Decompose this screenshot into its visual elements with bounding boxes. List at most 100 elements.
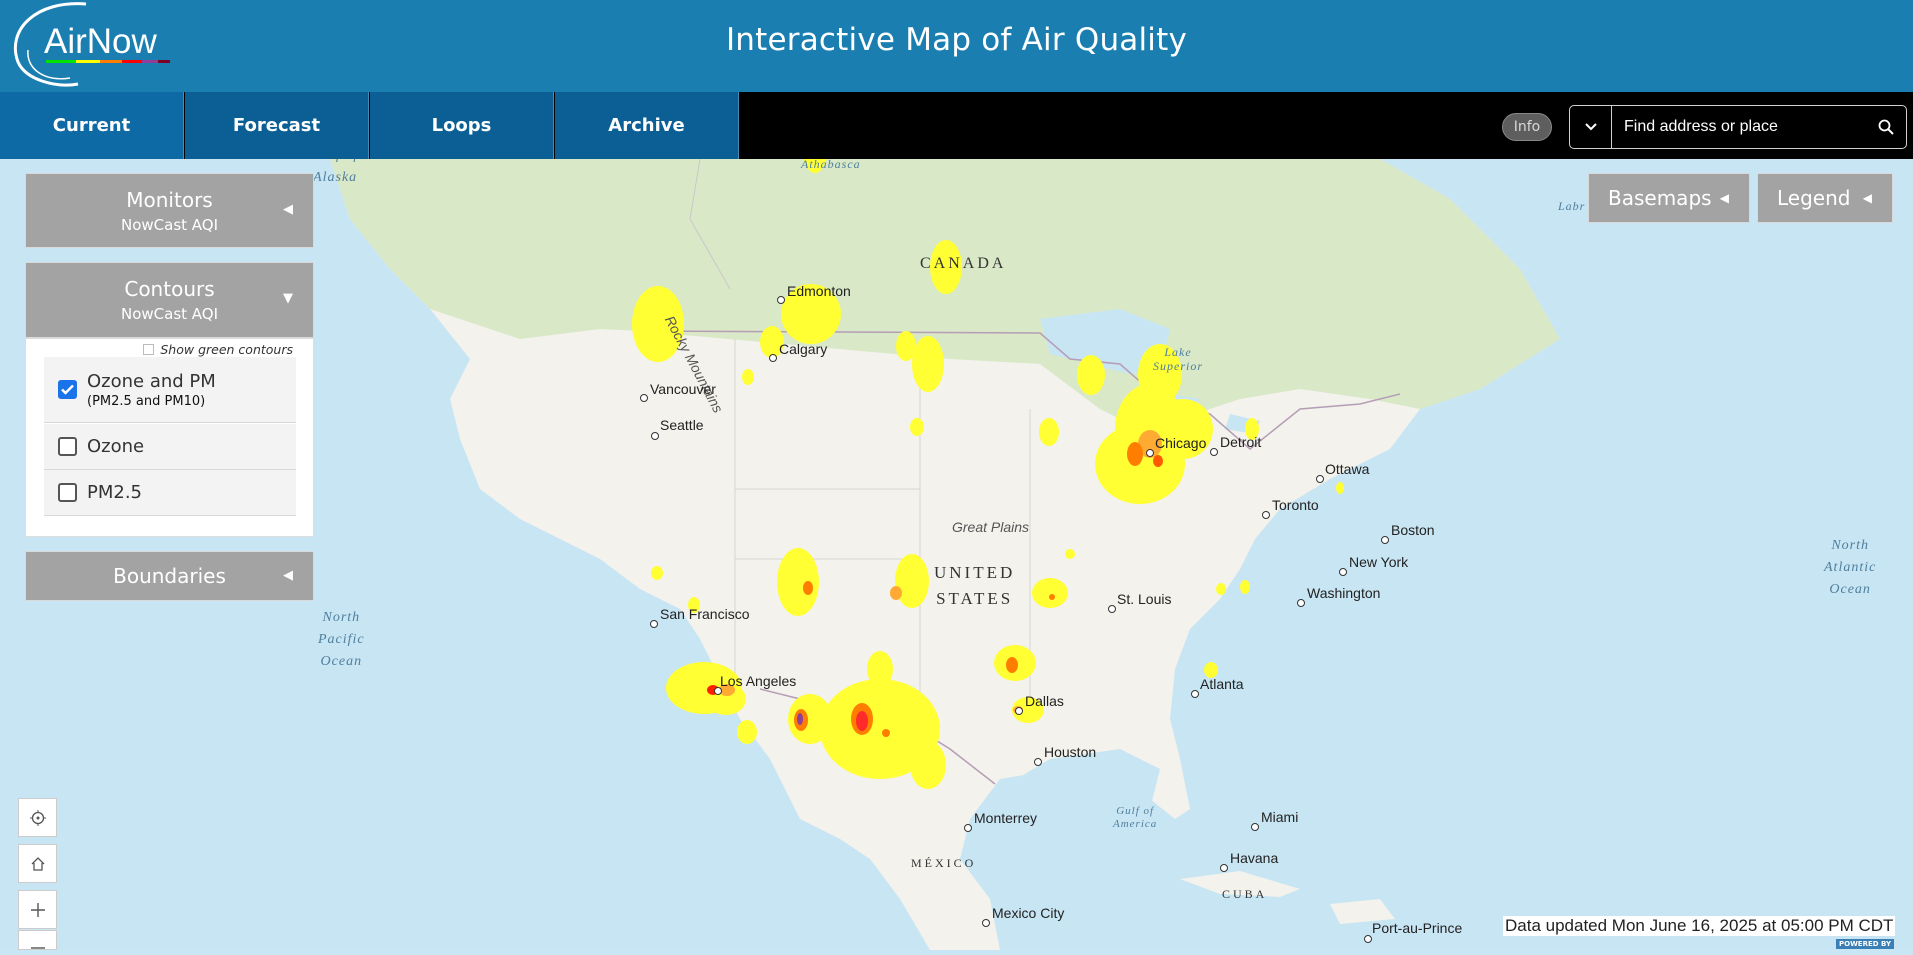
city-dot <box>650 620 658 628</box>
city-dot <box>982 919 990 927</box>
city-st-louis[interactable]: St. Louis <box>1117 591 1171 607</box>
show-green-checkbox[interactable] <box>143 344 155 355</box>
city-dot <box>1210 448 1218 456</box>
city-dot <box>1034 758 1042 766</box>
option-pm25[interactable]: PM2.5 <box>44 470 296 516</box>
city-dot <box>1146 449 1154 457</box>
city-mexico-city[interactable]: Mexico City <box>992 905 1064 921</box>
collapse-left-icon: ◀ <box>1719 191 1729 205</box>
city-toronto[interactable]: Toronto <box>1272 497 1319 513</box>
contours-panel-header[interactable]: Contours NowCast AQI ▼ <box>25 262 314 338</box>
option-sublabel: (PM2.5 and PM10) <box>87 393 206 409</box>
city-dot <box>777 296 785 304</box>
info-button[interactable]: Info <box>1502 113 1552 141</box>
minus-icon <box>30 947 45 949</box>
city-miami[interactable]: Miami <box>1261 809 1298 825</box>
city-dot <box>1297 599 1305 607</box>
city-detroit[interactable]: Detroit <box>1220 434 1261 450</box>
tab-current[interactable]: Current <box>0 92 184 159</box>
boundaries-title: Boundaries <box>113 564 226 588</box>
tab-forecast[interactable]: Forecast <box>185 92 369 159</box>
city-seattle[interactable]: Seattle <box>660 417 704 433</box>
city-dot <box>1108 605 1116 613</box>
contours-subtitle: NowCast AQI <box>120 305 219 323</box>
city-dot <box>1316 475 1324 483</box>
expanded-down-icon: ▼ <box>283 291 293 306</box>
city-dot <box>964 824 972 832</box>
basemaps-button[interactable]: Basemaps ◀ <box>1588 173 1750 223</box>
page-title: Interactive Map of Air Quality <box>725 22 1188 58</box>
ozone-pm-checkbox[interactable] <box>58 380 77 399</box>
city-dot <box>1381 536 1389 544</box>
collapse-left-icon: ◀ <box>1862 191 1872 205</box>
tab-archive[interactable]: Archive <box>555 92 739 159</box>
label-north-pacific: North Pacific Ocean <box>318 610 365 669</box>
pm25-checkbox[interactable] <box>58 483 77 502</box>
label-canada: CANADA <box>920 255 1007 272</box>
city-dot <box>1251 823 1259 831</box>
city-ottawa[interactable]: Ottawa <box>1325 461 1369 477</box>
legend-label: Legend <box>1777 186 1851 210</box>
city-new-york[interactable]: New York <box>1349 554 1408 570</box>
label-lake-superior: Lake Superior <box>1153 345 1203 373</box>
plus-icon <box>30 902 45 917</box>
city-dot <box>640 394 648 402</box>
show-green-contours-option[interactable]: Show green contours <box>143 342 293 357</box>
collapse-left-icon: ◀ <box>283 202 293 217</box>
label-cuba: CUBA <box>1222 887 1268 901</box>
city-port-au-prince[interactable]: Port-au-Prince <box>1372 920 1462 936</box>
city-boston[interactable]: Boston <box>1391 522 1435 538</box>
search-box <box>1569 105 1907 149</box>
search-icon <box>1878 119 1894 135</box>
option-label: PM2.5 <box>87 482 143 503</box>
app-header: AirNow Interactive Map of Air Quality <box>0 0 1913 92</box>
basemaps-label: Basemaps <box>1608 186 1712 210</box>
collapse-left-icon: ◀ <box>283 568 293 583</box>
option-label: Ozone and PM <box>87 370 216 392</box>
locate-button[interactable] <box>18 798 57 837</box>
city-monterrey[interactable]: Monterrey <box>974 810 1037 826</box>
data-updated-text: Data updated Mon June 16, 2025 at 05:00 … <box>1503 916 1896 936</box>
label-athabasca: Athabasca <box>801 159 861 171</box>
legend-button[interactable]: Legend ◀ <box>1757 173 1893 223</box>
city-dallas[interactable]: Dallas <box>1025 693 1064 709</box>
tab-loops[interactable]: Loops <box>370 92 554 159</box>
chevron-down-icon <box>1584 123 1597 131</box>
city-dot <box>1339 568 1347 576</box>
home-icon <box>31 856 44 871</box>
city-los-angeles[interactable]: Los Angeles <box>720 673 796 689</box>
search-input[interactable] <box>1612 118 1866 136</box>
checkmark-icon <box>61 384 74 395</box>
zoom-in-button[interactable] <box>18 890 57 929</box>
boundaries-panel-header[interactable]: Boundaries ◀ <box>25 551 314 601</box>
city-dot <box>651 432 659 440</box>
option-label: Ozone <box>87 436 145 457</box>
option-ozone[interactable]: Ozone <box>44 424 296 470</box>
city-edmonton[interactable]: Edmonton <box>787 283 851 299</box>
option-ozone-and-pm[interactable]: Ozone and PM (PM2.5 and PM10) <box>44 357 296 423</box>
city-havana[interactable]: Havana <box>1230 850 1278 866</box>
city-chicago[interactable]: Chicago <box>1155 435 1206 451</box>
label-gulf-of-mexico: Gulf of America <box>1113 805 1158 830</box>
city-houston[interactable]: Houston <box>1044 744 1096 760</box>
city-dot <box>769 354 777 362</box>
monitors-panel-header[interactable]: Monitors NowCast AQI ◀ <box>25 173 314 248</box>
city-vancouver[interactable]: Vancouver <box>650 381 716 397</box>
contours-panel-body: Show green contours Ozone and PM (PM2.5 … <box>25 338 314 537</box>
ozone-checkbox[interactable] <box>58 437 77 456</box>
home-button[interactable] <box>18 844 57 883</box>
label-mexico: MÉXICO <box>911 856 977 870</box>
label-great-plains: Great Plains <box>952 519 1030 535</box>
zoom-out-button[interactable] <box>18 930 57 950</box>
monitors-subtitle: NowCast AQI <box>120 216 219 234</box>
city-dot <box>1262 511 1270 519</box>
city-dot <box>1364 935 1372 943</box>
city-san-francisco[interactable]: San Francisco <box>660 606 749 622</box>
search-source-dropdown[interactable] <box>1570 106 1612 148</box>
city-dot <box>1015 707 1023 715</box>
city-calgary[interactable]: Calgary <box>779 341 827 357</box>
city-washington[interactable]: Washington <box>1307 585 1380 601</box>
search-button[interactable] <box>1866 119 1906 135</box>
powered-by-badge[interactable]: POWERED BY <box>1836 939 1895 949</box>
city-atlanta[interactable]: Atlanta <box>1200 676 1244 692</box>
